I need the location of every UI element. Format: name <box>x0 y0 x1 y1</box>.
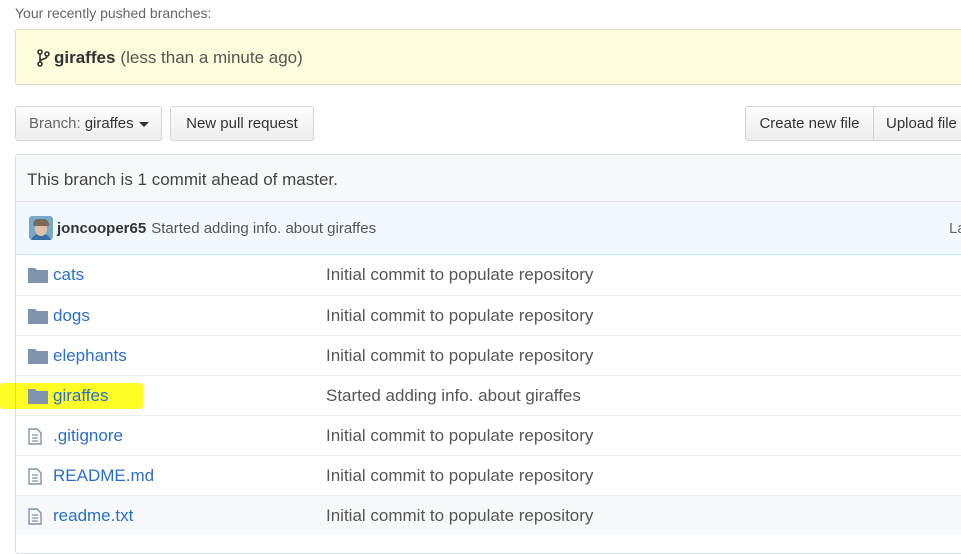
file-commit-message[interactable]: Started adding info. about giraffes <box>326 386 581 406</box>
file-commit-message[interactable]: Initial commit to populate repository <box>326 346 593 366</box>
file-commit-message[interactable]: Initial commit to populate repository <box>326 265 593 285</box>
folder-icon <box>28 349 48 364</box>
branch-select-value: giraffes <box>84 115 134 132</box>
new-pull-request-button[interactable]: New pull request <box>170 106 314 141</box>
file-name-link[interactable]: readme.txt <box>53 506 133 526</box>
folder-icon <box>28 389 48 404</box>
table-row: giraffes Started adding info. about gira… <box>16 375 961 415</box>
file-commit-message[interactable]: Initial commit to populate repository <box>326 426 593 446</box>
table-row: .gitignore Initial commit to populate re… <box>16 415 961 455</box>
table-row: cats Initial commit to populate reposito… <box>16 255 961 295</box>
table-row: elephants Initial commit to populate rep… <box>16 335 961 375</box>
file-commit-message[interactable]: Initial commit to populate repository <box>326 506 593 526</box>
file-browser: This branch is 1 commit ahead of master.… <box>15 154 961 554</box>
latest-commit-label: La <box>949 220 961 237</box>
file-name-link[interactable]: dogs <box>53 306 90 326</box>
branch-select-button[interactable]: Branch: giraffes <box>15 106 162 141</box>
recent-branch-banner: giraffes (less than a minute ago) <box>15 29 961 85</box>
upload-file-button[interactable]: Upload file <box>873 106 961 141</box>
commit-message[interactable]: Started adding info. about giraffes <box>151 220 376 237</box>
recent-branch-time: (less than a minute ago) <box>120 48 303 67</box>
branch-status-bar: This branch is 1 commit ahead of master. <box>16 155 961 202</box>
table-row: README.md Initial commit to populate rep… <box>16 455 961 495</box>
file-name-link[interactable]: .gitignore <box>53 426 123 446</box>
recent-branch-name[interactable]: giraffes <box>54 48 115 68</box>
avatar[interactable] <box>29 216 53 240</box>
file-list: cats Initial commit to populate reposito… <box>16 255 961 535</box>
branch-select-label: Branch: <box>29 115 81 132</box>
table-row: readme.txt Initial commit to populate re… <box>16 495 961 535</box>
latest-commit-bar: joncooper65 Started adding info. about g… <box>16 202 961 255</box>
folder-icon <box>28 268 48 283</box>
table-row: dogs Initial commit to populate reposito… <box>16 295 961 335</box>
file-name-link[interactable]: README.md <box>53 466 154 486</box>
folder-icon <box>28 309 48 324</box>
file-icon <box>28 468 42 485</box>
create-new-file-button[interactable]: Create new file <box>745 106 874 141</box>
file-commit-message[interactable]: Initial commit to populate repository <box>326 466 593 486</box>
file-name-link[interactable]: cats <box>53 265 84 285</box>
file-icon <box>28 508 42 525</box>
commit-author[interactable]: joncooper65 <box>57 220 146 237</box>
file-commit-message[interactable]: Initial commit to populate repository <box>326 306 593 326</box>
file-name-link[interactable]: giraffes <box>53 386 108 406</box>
recent-branch-item[interactable]: giraffes (less than a minute ago) <box>36 48 303 68</box>
caret-down-icon <box>138 122 149 127</box>
branch-icon <box>37 49 50 67</box>
file-icon <box>28 428 42 445</box>
recent-branches-title: Your recently pushed branches: <box>15 5 212 21</box>
branch-ahead-text: This branch is 1 commit ahead of master. <box>27 170 338 189</box>
file-name-link[interactable]: elephants <box>53 346 127 366</box>
